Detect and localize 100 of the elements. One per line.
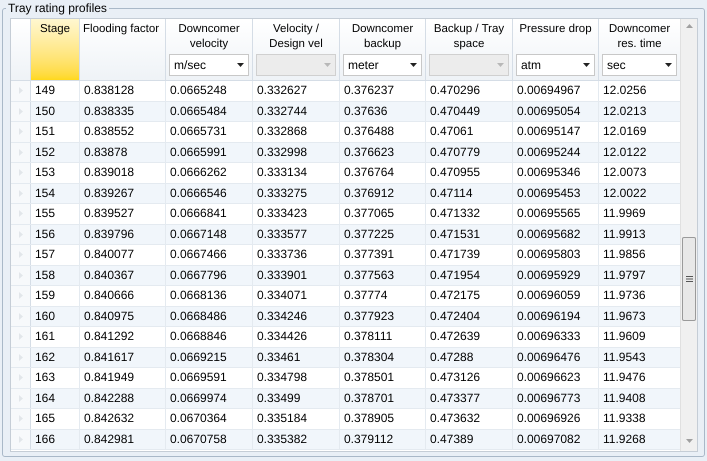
row-header[interactable] bbox=[11, 348, 31, 367]
table-cell: 0.332627 bbox=[253, 81, 340, 100]
scroll-thumb[interactable] bbox=[682, 237, 696, 321]
table-cell: 0.376912 bbox=[340, 184, 426, 203]
table-cell: 0.0669215 bbox=[166, 348, 253, 367]
scroll-up-icon[interactable] bbox=[686, 24, 693, 28]
table-cell: 0.471954 bbox=[426, 266, 513, 285]
table-cell: 157 bbox=[31, 245, 80, 264]
row-header[interactable] bbox=[11, 102, 31, 121]
table-cell: 0.376623 bbox=[340, 142, 426, 162]
unit-dropdown[interactable]: meter bbox=[343, 54, 422, 76]
scroll-down-icon[interactable] bbox=[686, 439, 693, 443]
table-cell: 156 bbox=[31, 224, 80, 244]
table-cell: 166 bbox=[31, 430, 80, 449]
table-cell: 0.0665484 bbox=[166, 102, 253, 121]
table-cell: 0.378304 bbox=[340, 348, 426, 367]
table-cell: 159 bbox=[31, 286, 80, 306]
table-cell: 164 bbox=[31, 388, 80, 408]
row-header[interactable] bbox=[11, 327, 31, 346]
table-cell: 0.00695346 bbox=[513, 163, 599, 182]
table-cell: 0.335382 bbox=[253, 430, 340, 449]
table-cell: 0.00695244 bbox=[513, 142, 599, 162]
table-cell: 0.839527 bbox=[80, 204, 166, 224]
row-header[interactable] bbox=[11, 204, 31, 224]
column-header[interactable]: Backup / Tray space bbox=[426, 19, 513, 80]
table-cell: 0.0670758 bbox=[166, 430, 253, 449]
table-cell: 0.376488 bbox=[340, 122, 426, 142]
table-cell: 0.842632 bbox=[80, 409, 166, 428]
unit-dropdown[interactable]: atm bbox=[516, 54, 595, 76]
column-label: Backup / Tray space bbox=[432, 22, 506, 52]
dropdown-arrow-icon bbox=[665, 63, 672, 67]
table-cell: 0.0666262 bbox=[166, 163, 253, 182]
table-cell: 0.838128 bbox=[80, 81, 166, 100]
table-cell: 0.472404 bbox=[426, 306, 513, 326]
table-cell: 0.471332 bbox=[426, 204, 513, 224]
column-header[interactable]: Downcomer backup meter bbox=[340, 19, 426, 80]
table-cell: 0.47114 bbox=[426, 184, 513, 203]
table-cell: 0.00696194 bbox=[513, 306, 599, 326]
column-label: Velocity / Design vel bbox=[268, 22, 324, 52]
table-cell: 154 bbox=[31, 184, 80, 203]
table-cell: 0.841292 bbox=[80, 327, 166, 346]
table-cell: 0.333275 bbox=[253, 184, 340, 203]
column-header[interactable]: Stage bbox=[31, 19, 80, 80]
table-cell: 0.00695929 bbox=[513, 266, 599, 285]
table-cell: 0.840367 bbox=[80, 266, 166, 285]
dropdown-arrow-icon bbox=[497, 63, 504, 67]
table-cell: 0.840666 bbox=[80, 286, 166, 306]
column-header[interactable]: Velocity / Design vel bbox=[253, 19, 340, 80]
row-header[interactable] bbox=[11, 184, 31, 203]
table-cell: 0.376237 bbox=[340, 81, 426, 100]
table-cell: 0.00695682 bbox=[513, 224, 599, 244]
table-cell: 0.333577 bbox=[253, 224, 340, 244]
table-cell: 0.333423 bbox=[253, 204, 340, 224]
column-header[interactable]: Downcomer velocity m/sec bbox=[166, 19, 253, 80]
table-cell: 0.47389 bbox=[426, 430, 513, 449]
row-header[interactable] bbox=[11, 142, 31, 162]
row-header[interactable] bbox=[11, 81, 31, 100]
row-header[interactable] bbox=[11, 286, 31, 306]
table-cell: 0.332744 bbox=[253, 102, 340, 121]
table-cell: 0.471531 bbox=[426, 224, 513, 244]
row-header[interactable] bbox=[11, 266, 31, 285]
row-header[interactable] bbox=[11, 388, 31, 408]
row-header[interactable] bbox=[11, 409, 31, 428]
table-cell: 0.470779 bbox=[426, 142, 513, 162]
table-cell: 158 bbox=[31, 266, 80, 285]
table-cell: 0.470296 bbox=[426, 81, 513, 100]
table-cell: 0.00696059 bbox=[513, 286, 599, 306]
table-cell: 0.377065 bbox=[340, 204, 426, 224]
table-cell: 0.332998 bbox=[253, 142, 340, 162]
table-cell: 0.841617 bbox=[80, 348, 166, 367]
table-cell: 0.377923 bbox=[340, 306, 426, 326]
table-cell: 0.839267 bbox=[80, 184, 166, 203]
column-label: Pressure drop bbox=[518, 22, 593, 37]
row-header[interactable] bbox=[11, 306, 31, 326]
row-header[interactable] bbox=[11, 430, 31, 449]
dropdown-arrow-icon bbox=[324, 63, 331, 67]
row-header[interactable] bbox=[11, 163, 31, 182]
table-cell: 0.334426 bbox=[253, 327, 340, 346]
column-header[interactable]: Pressure drop atm bbox=[513, 19, 599, 80]
dropdown-arrow-icon bbox=[237, 63, 244, 67]
table-cell: 0.0669591 bbox=[166, 368, 253, 388]
table-cell: 0.00696773 bbox=[513, 388, 599, 408]
unit-dropdown[interactable]: m/sec bbox=[169, 54, 249, 76]
unit-dropdown[interactable]: sec bbox=[602, 54, 677, 76]
row-header[interactable] bbox=[11, 368, 31, 388]
table-cell: 0.470955 bbox=[426, 163, 513, 182]
table-cell: 0.332868 bbox=[253, 122, 340, 142]
table-cell: 0.839796 bbox=[80, 224, 166, 244]
table-cell: 0.334798 bbox=[253, 368, 340, 388]
row-header[interactable] bbox=[11, 224, 31, 244]
table-cell: 0.333901 bbox=[253, 266, 340, 285]
table-cell: 155 bbox=[31, 204, 80, 224]
table-cell: 162 bbox=[31, 348, 80, 367]
table-cell: 0.473377 bbox=[426, 388, 513, 408]
row-header[interactable] bbox=[11, 245, 31, 264]
row-header[interactable] bbox=[11, 122, 31, 142]
table-cell: 0.37774 bbox=[340, 286, 426, 306]
column-header[interactable]: Flooding factor bbox=[80, 19, 166, 80]
scrollbar[interactable] bbox=[680, 19, 697, 451]
table-cell: 0.00695453 bbox=[513, 184, 599, 203]
